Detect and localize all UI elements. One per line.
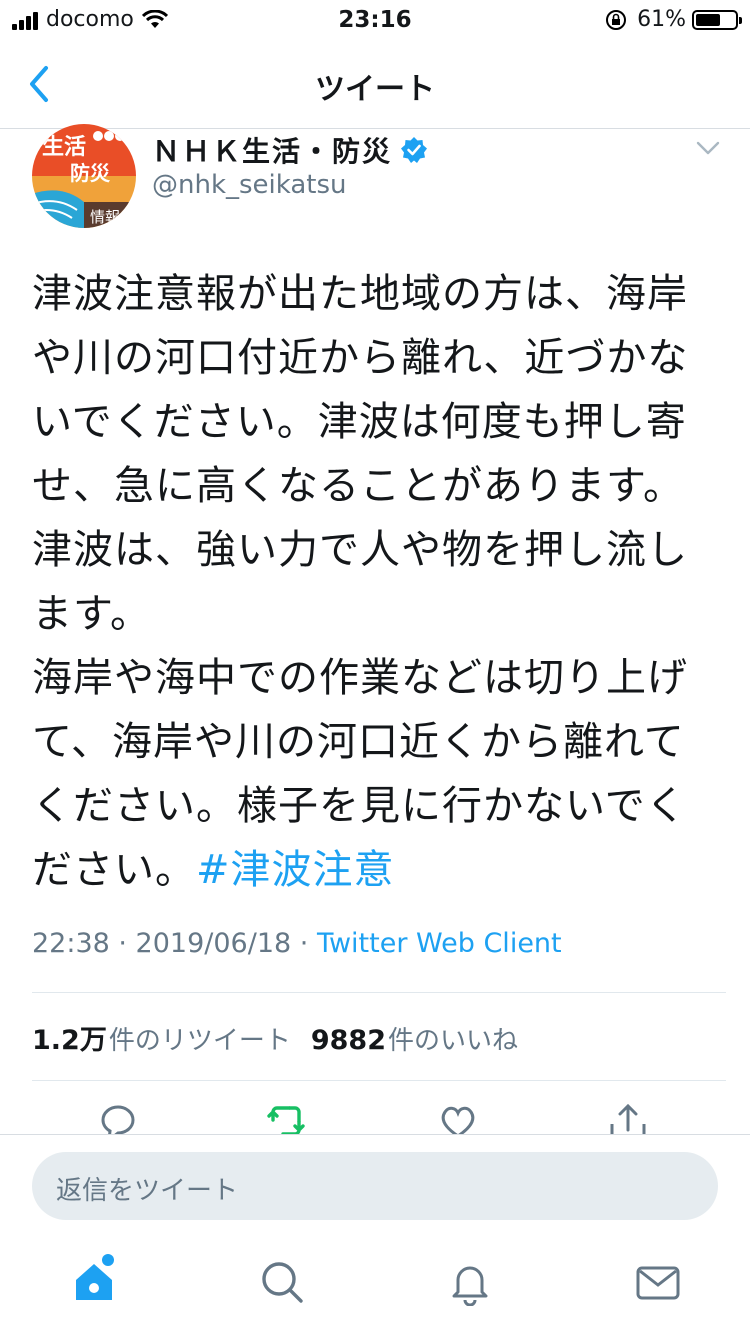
tweet-body: 津波注意報が出た地域の方は、海岸や川の河口付近から離れ、近づかないでください。津… [32,271,689,893]
notifications-icon[interactable] [446,1258,494,1306]
new-content-dot [102,1254,114,1266]
divider [32,992,726,993]
verified-badge-icon [401,137,428,163]
author-name[interactable]: ＮＨＫ生活・防災 [152,130,392,170]
nav-bar: ツイート [0,40,750,129]
tweet-text: 津波注意報が出た地域の方は、海岸や川の河口付近から離れ、近づかないでください。津… [32,262,712,902]
messages-icon[interactable] [634,1258,682,1306]
chevron-down-icon[interactable] [696,140,720,156]
avatar-text-2: 防災 [70,161,111,185]
tweet-stats: 1.2万 件のリツイート 9882 件のいいね [32,1018,518,1057]
client-link[interactable]: Twitter Web Client [317,928,562,959]
avatar-text-1: 生活 [42,135,86,160]
author-row[interactable]: ＮＨＫ生活・防災 [152,130,428,170]
retweet-label[interactable]: 件のリツイート [109,1020,291,1057]
tweet-timestamp: 22:38 · 2019/06/18 · [32,928,317,959]
like-label[interactable]: 件のいいね [388,1020,518,1057]
divider [32,1080,726,1081]
like-count[interactable]: 9882 [311,1025,386,1056]
retweet-count[interactable]: 1.2万 [32,1018,107,1057]
avatar[interactable]: 生活 防災 情報 [32,124,136,228]
page-title: ツイート [315,72,435,107]
battery-percent: 61% [637,7,686,32]
battery-icon [692,9,742,30]
search-icon[interactable] [258,1258,306,1306]
tweet-meta: 22:38 · 2019/06/18 · Twitter Web Client [32,928,562,959]
nhk-logo-icon: 生活 防災 情報 [32,124,136,228]
avatar-text-3: 情報 [90,208,120,226]
rotation-lock-icon [606,9,627,30]
hashtag-link[interactable]: #津波注意 [196,847,395,893]
reply-placeholder: 返信をツイート [56,1176,239,1206]
author-handle[interactable]: @nhk_seikatsu [152,170,347,200]
reply-input[interactable]: 返信をツイート [32,1152,718,1220]
status-bar: docomo 23:16 61% [0,0,750,40]
